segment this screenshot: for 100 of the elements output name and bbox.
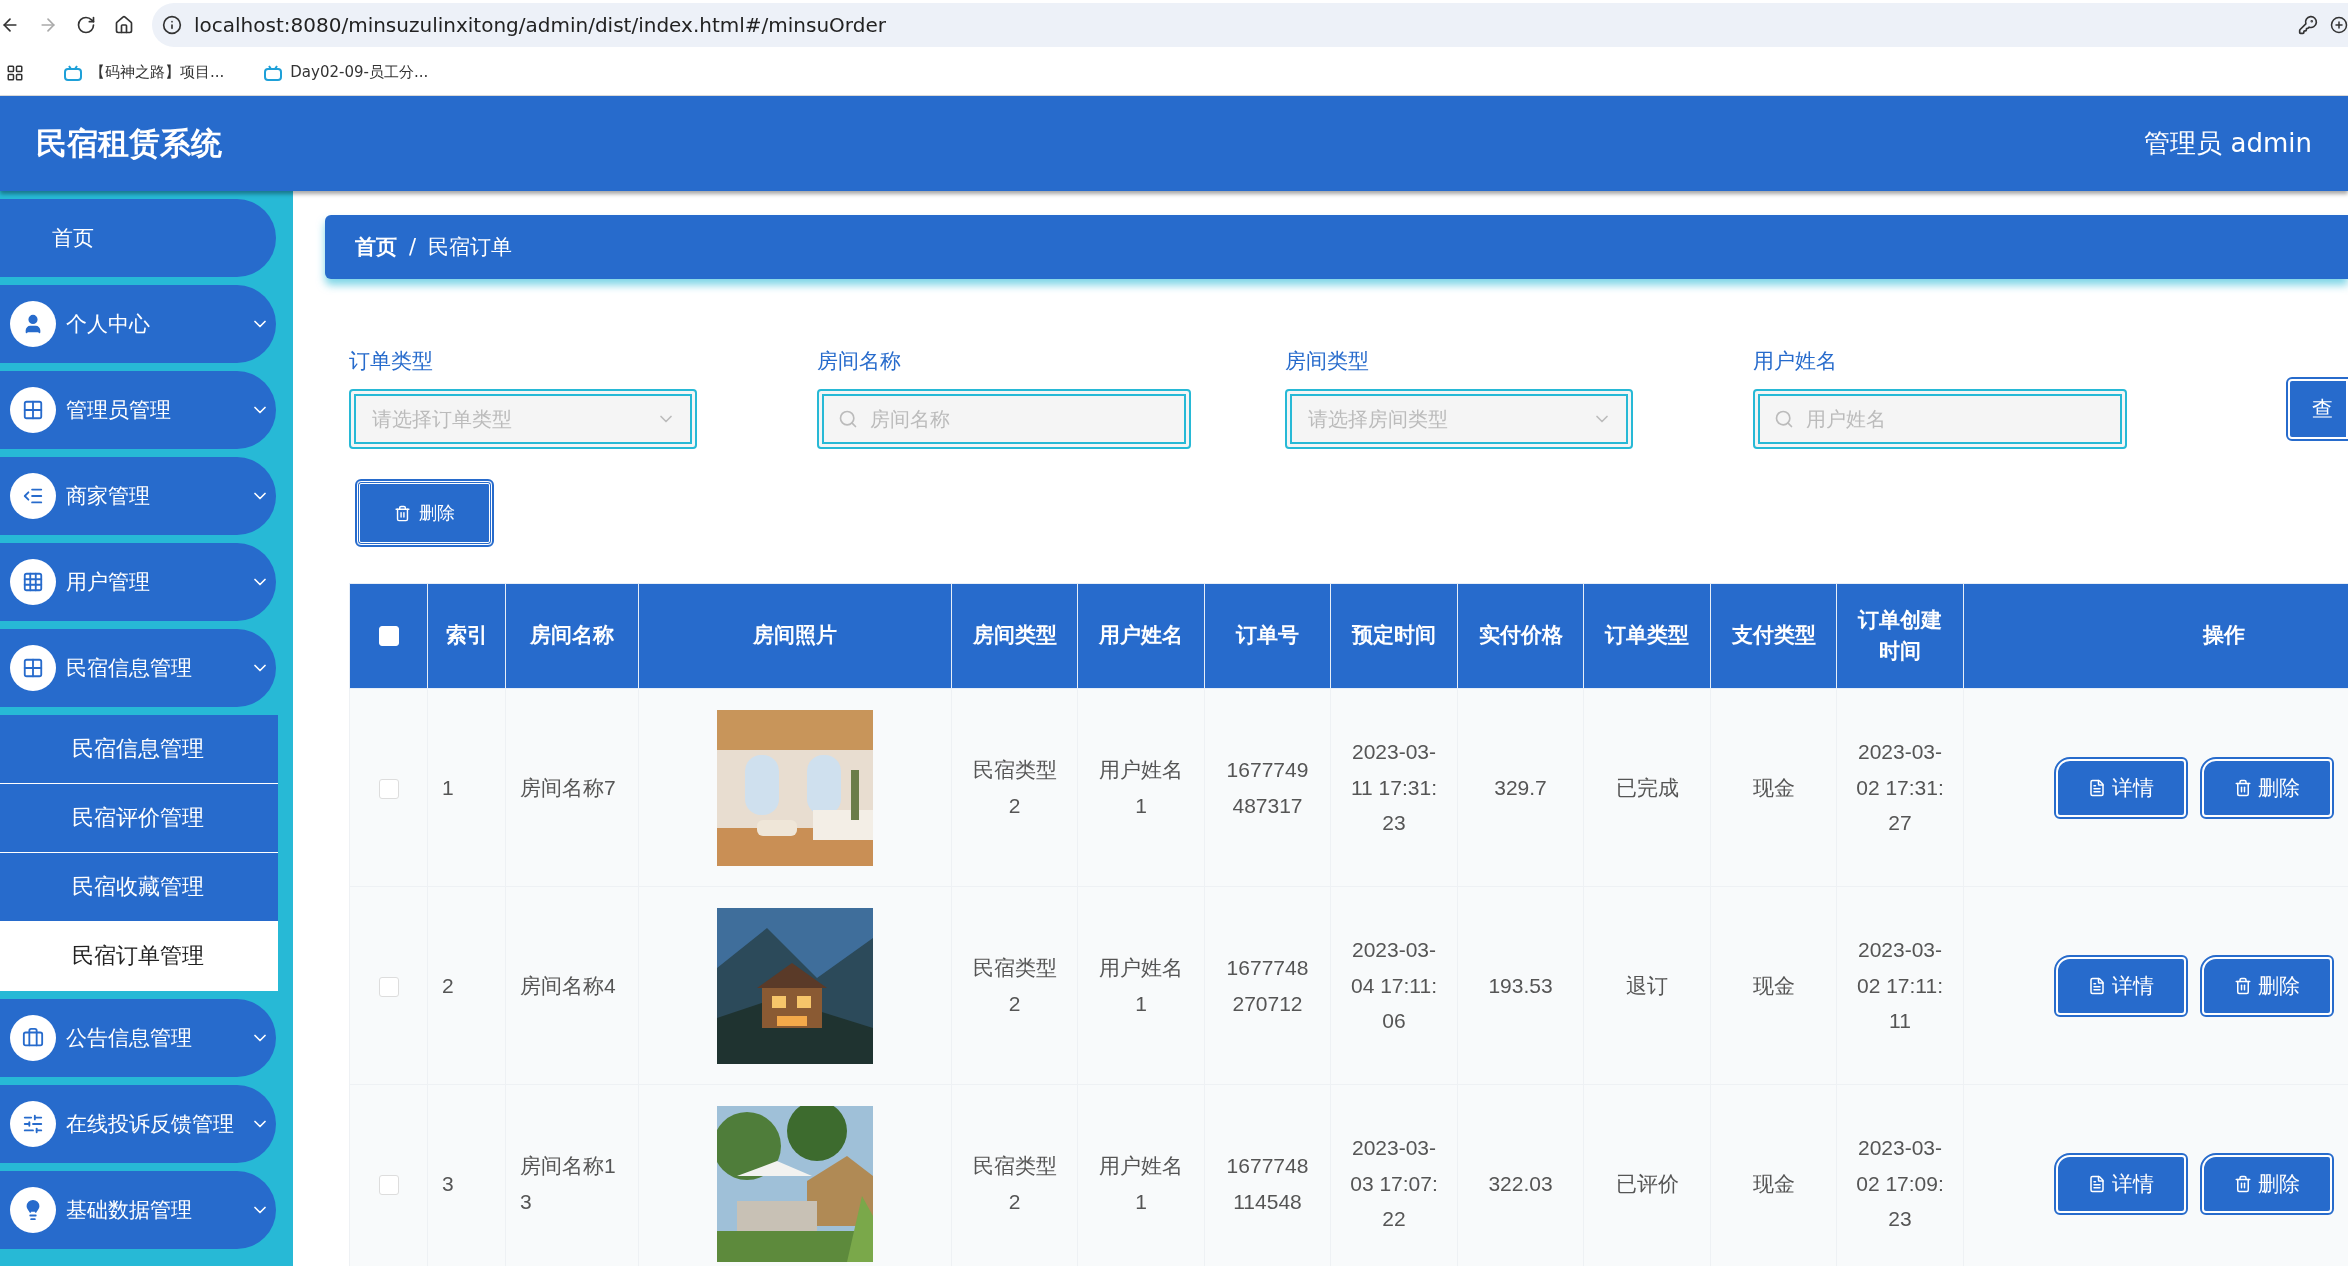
table-cell: 用户姓名1 <box>1099 955 1183 1015</box>
breadcrumb-item: 民宿订单 <box>428 234 513 261</box>
search-field[interactable]: 用户姓名 <box>1753 389 2127 449</box>
home-icon[interactable] <box>114 15 134 35</box>
column-header: 预定时间 <box>1330 583 1458 689</box>
delete-button[interactable]: 删除 <box>2202 758 2332 817</box>
key-icon[interactable] <box>2298 15 2318 35</box>
sidebar-item[interactable]: 公告信息管理 <box>0 999 276 1077</box>
select-field[interactable]: 请选择订单类型 <box>349 389 697 449</box>
trash-icon <box>2234 1174 2252 1193</box>
submenu-item[interactable]: 民宿信息管理 <box>0 715 278 784</box>
sidebar-item[interactable]: 个人中心 <box>0 285 276 363</box>
filter-label: 房间类型 <box>1285 348 1370 375</box>
delete-button[interactable]: 删除 <box>2202 1154 2332 1213</box>
column-header: 操作 <box>1963 583 2348 689</box>
table-cell: 329.7 <box>1494 775 1547 799</box>
app-title: 民宿租赁系统 <box>36 123 222 163</box>
menu-icon <box>10 645 56 691</box>
reload-icon[interactable] <box>76 15 96 35</box>
table-cell: 已评价 <box>1615 1171 1679 1195</box>
menu-icon <box>10 559 56 605</box>
table-cell: 房间名称13 <box>520 1153 616 1213</box>
document-icon <box>2088 976 2106 995</box>
input-field[interactable]: 用户姓名 <box>1804 406 2106 432</box>
search-icon <box>838 409 858 429</box>
table-cell: 现金 <box>1752 973 1795 997</box>
apps-icon[interactable] <box>6 63 24 82</box>
delete-button[interactable]: 删除 <box>357 481 492 545</box>
sidebar-item[interactable]: 商家管理 <box>0 457 276 535</box>
table-cell: 2023-03-03 17:07:22 <box>1350 1135 1438 1231</box>
address-field[interactable]: localhost:8080/minsuzulinxitong/admin/dist/index.html#/minsuOrder <box>194 13 886 37</box>
details-button[interactable]: 详情 <box>2056 1154 2186 1213</box>
table-cell: 2023-03-02 17:11:11 <box>1857 937 1943 1033</box>
sidebar-item[interactable]: 民宿信息管理 <box>0 629 276 707</box>
select-all-checkbox[interactable] <box>378 626 399 647</box>
filter-label: 用户姓名 <box>1753 348 1838 375</box>
menu-icon <box>10 301 56 347</box>
table-cell: 退订 <box>1626 973 1668 997</box>
table-cell: 2023-03-02 17:31:27 <box>1856 739 1944 835</box>
submenu-item[interactable]: 民宿订单管理 <box>0 922 278 991</box>
row-checkbox[interactable] <box>378 779 399 800</box>
row-checkbox[interactable] <box>378 977 399 998</box>
table-cell: 3 <box>442 1171 454 1195</box>
table-cell: 房间名称7 <box>520 775 616 799</box>
table-cell: 322.03 <box>1488 1171 1553 1195</box>
menu-icon <box>10 1101 56 1147</box>
column-header: 用户姓名 <box>1077 583 1205 689</box>
breadcrumb-separator: / <box>409 235 417 259</box>
bookmark[interactable]: Day02-09-员工分... <box>264 63 429 82</box>
tv-icon <box>264 64 283 81</box>
search-field[interactable]: 房间名称 <box>817 389 1191 449</box>
table-cell: 2 <box>442 973 454 997</box>
table-cell: 民宿类型2 <box>972 1153 1057 1213</box>
details-button[interactable]: 详情 <box>2056 758 2186 817</box>
document-icon <box>2088 1174 2106 1193</box>
column-header: 房间类型 <box>951 583 1078 689</box>
sidebar-item[interactable]: 管理员管理 <box>0 371 276 449</box>
select-field[interactable]: 请选择房间类型 <box>1285 389 1633 449</box>
column-header: 订单类型 <box>1583 583 1711 689</box>
user-label: 管理员 admin <box>2144 127 2312 160</box>
menu-icon <box>10 387 56 433</box>
input-field[interactable]: 请选择订单类型 <box>370 406 646 432</box>
submenu-item[interactable]: 民宿评价管理 <box>0 784 278 853</box>
table-cell: 1677748114548 <box>1226 1153 1309 1213</box>
table-cell: 2023-03-04 17:11:06 <box>1351 937 1437 1033</box>
table-cell: 2023-03-02 17:09:23 <box>1856 1135 1944 1231</box>
input-field[interactable]: 请选择房间类型 <box>1306 406 1582 432</box>
delete-button[interactable]: 删除 <box>2202 956 2332 1015</box>
sidebar-item[interactable]: 用户管理 <box>0 543 276 621</box>
table-cell: 民宿类型2 <box>972 757 1057 817</box>
sidebar-item[interactable]: 首页 <box>0 199 276 277</box>
info-icon[interactable] <box>162 15 182 35</box>
sidebar-item[interactable]: 在线投诉反馈管理 <box>0 1085 276 1163</box>
query-button[interactable]: 查 <box>2288 379 2348 439</box>
column-header: 订单号 <box>1204 583 1331 689</box>
trash-icon <box>2234 778 2252 797</box>
input-field[interactable]: 房间名称 <box>868 406 1170 432</box>
trash-icon <box>394 504 411 522</box>
filter-label: 房间名称 <box>817 348 902 375</box>
menu-icon <box>10 473 56 519</box>
table-cell: 现金 <box>1752 1171 1795 1195</box>
table-cell: 1677748270712 <box>1226 955 1309 1015</box>
column-header: 支付类型 <box>1710 583 1837 689</box>
document-icon <box>2088 778 2106 797</box>
submenu-item[interactable]: 民宿收藏管理 <box>0 853 278 922</box>
menu-icon <box>10 1187 56 1233</box>
search-icon <box>1774 409 1794 429</box>
tv-icon <box>64 64 82 81</box>
zoom-icon[interactable] <box>2330 16 2348 34</box>
table-cell: 用户姓名1 <box>1099 757 1183 817</box>
column-header: 房间照片 <box>638 583 952 689</box>
sidebar-item[interactable]: 基础数据管理 <box>0 1171 276 1249</box>
column-header: 房间名称 <box>505 583 639 689</box>
table-cell: 1677749487317 <box>1226 757 1309 817</box>
row-checkbox[interactable] <box>378 1175 399 1196</box>
details-button[interactable]: 详情 <box>2056 956 2186 1015</box>
column-header: 实付价格 <box>1457 583 1584 689</box>
breadcrumb-item[interactable]: 首页 <box>355 233 397 261</box>
table-cell: 用户姓名1 <box>1099 1153 1183 1213</box>
bookmark[interactable]: 【码神之路】项目... <box>64 63 225 82</box>
